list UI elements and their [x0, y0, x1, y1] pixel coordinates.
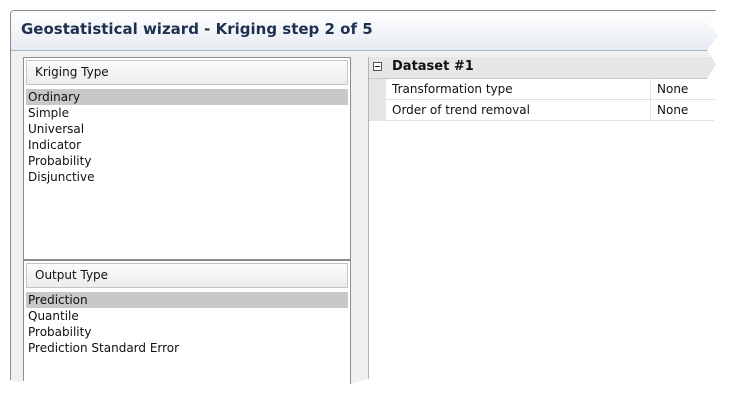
kriging-type-item-disjunctive[interactable]: Disjunctive [26, 169, 348, 185]
kriging-type-list[interactable]: Ordinary Simple Universal Indicator Prob… [26, 89, 348, 185]
kriging-type-header: Kriging Type [26, 60, 348, 85]
dataset-category-row[interactable]: Dataset #1 [369, 57, 727, 79]
output-type-header: Output Type [26, 263, 348, 288]
wizard-window: Geostatistical wizard - Kriging step 2 o… [10, 10, 728, 394]
kriging-type-item-probability[interactable]: Probability [26, 153, 348, 169]
kriging-type-panel: Kriging Type Ordinary Simple Universal I… [23, 57, 351, 260]
kriging-type-item-ordinary[interactable]: Ordinary [26, 89, 348, 105]
dataset-category-label: Dataset #1 [392, 59, 474, 74]
property-name: Transformation type [392, 82, 513, 96]
output-type-item-probability[interactable]: Probability [26, 324, 348, 340]
kriging-type-item-simple[interactable]: Simple [26, 105, 348, 121]
collapse-icon[interactable] [373, 62, 382, 71]
property-row-order-of-trend-removal[interactable]: Order of trend removal None [386, 100, 727, 121]
property-row-transformation-type[interactable]: Transformation type None [386, 79, 727, 100]
output-type-item-quantile[interactable]: Quantile [26, 308, 348, 324]
output-type-item-prediction-standard-error[interactable]: Prediction Standard Error [26, 340, 348, 356]
property-value-dropdown[interactable]: None [650, 100, 727, 120]
property-name: Order of trend removal [392, 103, 530, 117]
grid-gutter [369, 79, 386, 121]
window-title: Geostatistical wizard - Kriging step 2 o… [21, 20, 373, 38]
output-type-panel: Output Type Prediction Quantile Probabil… [23, 260, 351, 393]
output-type-list[interactable]: Prediction Quantile Probability Predicti… [26, 292, 348, 356]
output-type-item-prediction[interactable]: Prediction [26, 292, 348, 308]
property-value-dropdown[interactable]: None [650, 79, 727, 99]
kriging-type-item-indicator[interactable]: Indicator [26, 137, 348, 153]
kriging-type-item-universal[interactable]: Universal [26, 121, 348, 137]
title-bar[interactable]: Geostatistical wizard - Kriging step 2 o… [11, 11, 727, 51]
property-grid: Dataset #1 Transformation type None Orde… [368, 57, 727, 393]
